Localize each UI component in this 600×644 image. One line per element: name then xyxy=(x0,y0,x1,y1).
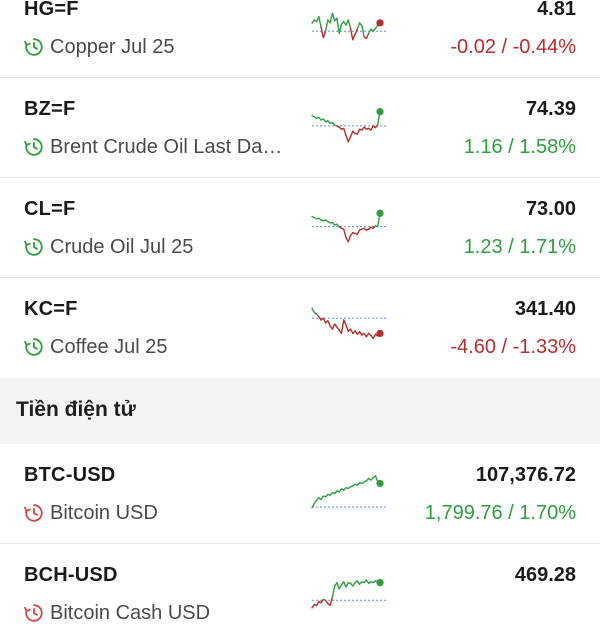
sparkline-segment xyxy=(332,586,334,597)
sparkline-segment xyxy=(346,325,348,331)
sparkline-segment xyxy=(341,320,343,333)
clock-icon xyxy=(23,602,45,624)
quote-symbol: HG=F xyxy=(24,0,79,21)
sparkline xyxy=(308,100,392,150)
sparkline-segment xyxy=(312,308,314,312)
sparkline-segment xyxy=(330,13,332,23)
sparkline-segment xyxy=(373,334,375,338)
quote-row-cl[interactable]: CL=F Crude Oil Jul 25 73.00 1.23 / 1.71% xyxy=(0,178,600,278)
quote-row-bch[interactable]: BCH-USD Bitcoin Cash USD 469.28 xyxy=(0,544,600,644)
sparkline-end-dot xyxy=(376,210,383,217)
quote-price: 73.00 xyxy=(526,198,576,221)
quote-symbol: BZ=F xyxy=(24,98,75,121)
quote-change: -0.02 / -0.44% xyxy=(450,36,576,59)
sparkline-end-dot xyxy=(376,108,383,115)
quote-name: Bitcoin USD xyxy=(50,502,158,525)
sparkline xyxy=(308,200,392,250)
clock-icon xyxy=(23,502,45,524)
quote-name: Brent Crude Oil Last Da… xyxy=(50,136,282,159)
quote-symbol: BCH-USD xyxy=(24,564,118,587)
quote-change: 1.23 / 1.71% xyxy=(464,236,576,259)
quote-price: 107,376.72 xyxy=(476,464,576,487)
clock-icon xyxy=(23,36,45,58)
sparkline-segment xyxy=(344,320,346,325)
quote-row-bz[interactable]: BZ=F Brent Crude Oil Last Da… 74.39 1.16… xyxy=(0,78,600,178)
sparkline-segment xyxy=(375,476,377,482)
sparkline-segment xyxy=(344,128,346,135)
section-title: Tiền điện tử xyxy=(16,398,136,422)
sparkline-segment xyxy=(321,27,323,37)
sparkline-segment xyxy=(317,602,319,606)
sparkline-segment xyxy=(328,321,330,326)
sparkline-segment xyxy=(348,20,350,28)
quote-price: 469.28 xyxy=(515,564,576,587)
clock-icon xyxy=(23,236,45,258)
sparkline-segment xyxy=(323,318,325,323)
quote-name-wrap: Coffee Jul 25 xyxy=(23,335,168,359)
sparkline xyxy=(308,0,392,50)
sparkline-segment xyxy=(357,23,359,29)
sparkline xyxy=(308,566,392,616)
quote-name-wrap: Bitcoin Cash USD xyxy=(23,601,210,625)
sparkline-segment xyxy=(346,583,348,587)
section-header-crypto: Tiền điện tử xyxy=(0,378,600,444)
sparkline-segment xyxy=(330,597,332,605)
quote-name: Crude Oil Jul 25 xyxy=(50,236,193,259)
sparkline-segment xyxy=(351,131,353,136)
sparkline-segment xyxy=(332,13,334,21)
sparkline xyxy=(308,300,392,350)
sparkline-segment xyxy=(339,24,341,33)
sparkline-segment xyxy=(339,585,341,589)
quote-price: 341.40 xyxy=(515,298,576,321)
quote-symbol: BTC-USD xyxy=(24,464,115,487)
quote-name-wrap: Brent Crude Oil Last Da… xyxy=(23,135,282,159)
sparkline-segment xyxy=(319,17,321,28)
quote-price: 4.81 xyxy=(537,0,576,21)
sparkline-end-dot xyxy=(376,579,383,586)
sparkline-segment xyxy=(353,34,355,39)
sparkline-end-dot xyxy=(376,480,383,487)
quote-name-wrap: Copper Jul 25 xyxy=(23,35,175,59)
sparkline-segment xyxy=(326,20,328,31)
sparkline-segment xyxy=(332,324,334,329)
sparkline xyxy=(308,466,392,516)
sparkline-segment xyxy=(357,129,359,134)
sparkline-segment xyxy=(371,126,373,130)
clock-icon xyxy=(23,136,45,158)
quote-symbol: KC=F xyxy=(24,298,78,321)
clock-icon xyxy=(23,336,45,358)
quote-change: 1,799.76 / 1.70% xyxy=(425,502,576,525)
sparkline-segment xyxy=(357,230,359,234)
quote-row-kc[interactable]: KC=F Coffee Jul 25 341.40 -4.60 / -1.33% xyxy=(0,278,600,378)
sparkline-segment xyxy=(323,31,325,37)
sparkline-segment xyxy=(348,137,350,142)
sparkline-segment xyxy=(362,26,364,37)
sparkline-end-dot xyxy=(376,19,383,26)
quote-name-wrap: Crude Oil Jul 25 xyxy=(23,235,193,259)
quote-row-hg[interactable]: HG=F Copper Jul 25 4.81 -0.02 / -0.44% xyxy=(0,0,600,78)
quote-change: 1.16 / 1.58% xyxy=(464,136,576,159)
sparkline-segment xyxy=(344,229,346,237)
sparkline-end-dot xyxy=(376,330,383,337)
sparkline-segment xyxy=(348,236,350,242)
quote-price: 74.39 xyxy=(526,98,576,121)
sparkline-segment xyxy=(366,33,368,38)
quote-name: Copper Jul 25 xyxy=(50,36,175,59)
quote-change: -4.60 / -1.33% xyxy=(450,336,576,359)
quote-name: Coffee Jul 25 xyxy=(50,336,168,359)
quote-row-btc[interactable]: BTC-USD Bitcoin USD 107,376.72 1,799.76 … xyxy=(0,444,600,544)
sparkline-segment xyxy=(337,583,339,589)
quote-name: Bitcoin Cash USD xyxy=(50,602,210,625)
sparkline-segment xyxy=(351,28,353,39)
quote-symbol: CL=F xyxy=(24,198,75,221)
quote-name-wrap: Bitcoin USD xyxy=(23,501,158,525)
